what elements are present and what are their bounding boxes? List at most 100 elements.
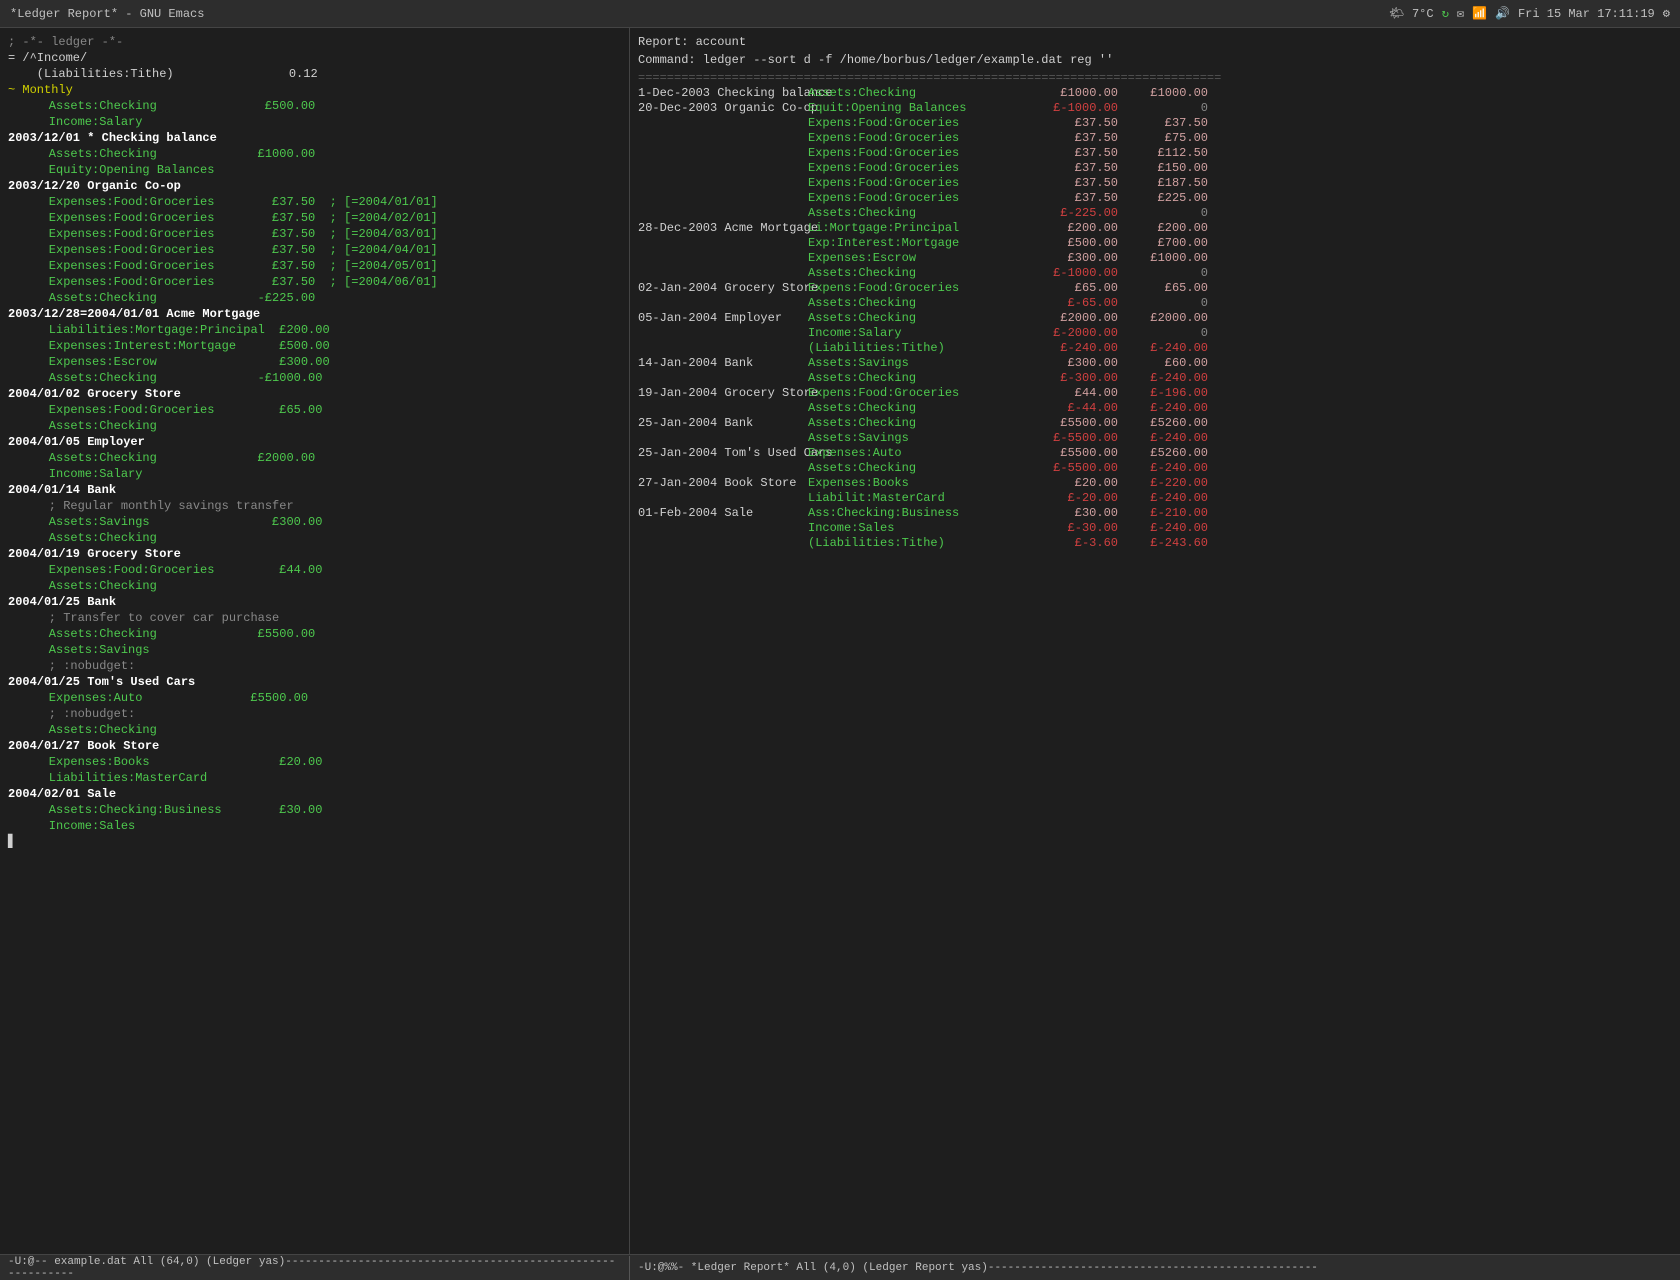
titlebar-right: 🌤 7°C ↻ ✉ 📶 🔊 Fri 15 Mar 17:11:19 ⚙ <box>1389 6 1670 21</box>
report-entries: 1-Dec-2003 Checking balance Assets:Checki… <box>638 86 1672 551</box>
report-title: Report: account <box>638 34 1672 50</box>
report-amount1: £65.00 <box>1028 281 1118 296</box>
report-date: 28-Dec-2003 Acme Mortgage <box>638 221 808 236</box>
report-date <box>638 401 808 416</box>
left-pane-line: Assets:Savings £300.00 <box>8 514 621 530</box>
report-amount2: £-196.00 <box>1118 386 1208 401</box>
report-row: Exp:Interest:Mortgage£500.00£700.00 <box>638 236 1672 251</box>
left-pane-line: Assets:Checking <box>8 418 621 434</box>
report-date <box>638 251 808 266</box>
left-pane-line: 2004/02/01 Sale <box>8 786 621 802</box>
report-amount2: £200.00 <box>1118 221 1208 236</box>
statusbar: -U:@-- example.dat All (64,0) (Ledger ya… <box>0 1254 1680 1280</box>
right-pane[interactable]: Report: account Command: ledger --sort d… <box>630 28 1680 1254</box>
left-pane[interactable]: ; -*- ledger -*-= /^Income/ (Liabilities… <box>0 28 630 1254</box>
report-account: (Liabilities:Tithe) <box>808 536 1028 551</box>
left-pane-line: Expenses:Food:Groceries £44.00 <box>8 562 621 578</box>
settings-icon[interactable]: ⚙ <box>1663 6 1670 21</box>
report-amount2: £-240.00 <box>1118 401 1208 416</box>
report-amount1: £200.00 <box>1028 221 1118 236</box>
left-pane-line: Assets:Checking £500.00 <box>8 98 621 114</box>
report-row: 27-Jan-2004 Book StoreExpenses:Books£20.… <box>638 476 1672 491</box>
left-pane-line: ; Transfer to cover car purchase <box>8 610 621 626</box>
report-account: Expenses:Auto <box>808 446 1028 461</box>
report-account: Income:Sales <box>808 521 1028 536</box>
report-account: Expens:Food:Groceries <box>808 191 1028 206</box>
report-row: 01-Feb-2004 SaleAss:Checking:Business£30… <box>638 506 1672 521</box>
report-account: Expenses:Escrow <box>808 251 1028 266</box>
report-date <box>638 131 808 146</box>
report-amount1: £-65.00 <box>1028 296 1118 311</box>
report-account: Income:Salary <box>808 326 1028 341</box>
report-date <box>638 236 808 251</box>
left-pane-line: ~ Monthly <box>8 82 621 98</box>
report-date <box>638 206 808 221</box>
left-pane-line: Expenses:Food:Groceries £37.50 ; [=2004/… <box>8 210 621 226</box>
report-amount1: £500.00 <box>1028 236 1118 251</box>
left-pane-line: ; Regular monthly savings transfer <box>8 498 621 514</box>
left-pane-line: Expenses:Auto £5500.00 <box>8 690 621 706</box>
left-pane-line: Income:Sales <box>8 818 621 834</box>
report-row: Expens:Food:Groceries£37.50£187.50 <box>638 176 1672 191</box>
report-date: 27-Jan-2004 Book Store <box>638 476 808 491</box>
report-account: Li:Mortgage:Principal <box>808 221 1028 236</box>
left-pane-line: Equity:Opening Balances <box>8 162 621 178</box>
left-pane-line: Expenses:Interest:Mortgage £500.00 <box>8 338 621 354</box>
report-account: Expens:Food:Groceries <box>808 116 1028 131</box>
report-amount2: 0 <box>1118 296 1208 311</box>
report-amount1: £-225.00 <box>1028 206 1118 221</box>
report-date <box>638 326 808 341</box>
left-pane-line: 2003/12/20 Organic Co-op <box>8 178 621 194</box>
refresh-icon[interactable]: ↻ <box>1442 6 1449 21</box>
report-date <box>638 296 808 311</box>
statusbar-right: -U:@%%- *Ledger Report* All (4,0) (Ledge… <box>630 1262 1680 1274</box>
separator: ========================================… <box>638 70 1672 86</box>
report-amount1: £30.00 <box>1028 506 1118 521</box>
report-amount1: £-2000.00 <box>1028 326 1118 341</box>
report-amount2: 0 <box>1118 326 1208 341</box>
report-row: Expens:Food:Groceries£37.50£75.00 <box>638 131 1672 146</box>
report-amount1: £-5500.00 <box>1028 461 1118 476</box>
report-account: Assets:Savings <box>808 356 1028 371</box>
left-pane-line: Assets:Savings <box>8 642 621 658</box>
report-date <box>638 116 808 131</box>
report-date: 25-Jan-2004 Tom's Used Cars <box>638 446 808 461</box>
report-date: 1-Dec-2003 Checking balance <box>638 86 808 101</box>
report-amount1: £5500.00 <box>1028 446 1118 461</box>
statusbar-right-text: -U:@%%- *Ledger Report* All (4,0) (Ledge… <box>638 1262 1318 1274</box>
report-date <box>638 521 808 536</box>
report-account: Assets:Checking <box>808 311 1028 326</box>
network-icon: 📶 <box>1472 6 1487 21</box>
report-date <box>638 536 808 551</box>
report-row: Assets:Checking£-5500.00£-240.00 <box>638 461 1672 476</box>
report-account: Assets:Checking <box>808 206 1028 221</box>
report-account: Assets:Checking <box>808 461 1028 476</box>
report-amount2: £-240.00 <box>1118 371 1208 386</box>
report-date: 25-Jan-2004 Bank <box>638 416 808 431</box>
main-content: ; -*- ledger -*-= /^Income/ (Liabilities… <box>0 28 1680 1254</box>
report-row: Income:Salary£-2000.000 <box>638 326 1672 341</box>
left-pane-line: Expenses:Books £20.00 <box>8 754 621 770</box>
volume-icon: 🔊 <box>1495 6 1510 21</box>
report-amount2: £-240.00 <box>1118 461 1208 476</box>
report-account: Assets:Checking <box>808 401 1028 416</box>
report-amount1: £-30.00 <box>1028 521 1118 536</box>
left-pane-line: 2004/01/19 Grocery Store <box>8 546 621 562</box>
report-row: Assets:Checking£-65.000 <box>638 296 1672 311</box>
mail-icon: ✉ <box>1457 6 1464 21</box>
report-account: (Liabilities:Tithe) <box>808 341 1028 356</box>
report-account: Expens:Food:Groceries <box>808 161 1028 176</box>
left-pane-line: = /^Income/ <box>8 50 621 66</box>
report-amount2: £75.00 <box>1118 131 1208 146</box>
report-row: 25-Jan-2004 BankAssets:Checking£5500.00£… <box>638 416 1672 431</box>
left-pane-line: ; :nobudget: <box>8 658 621 674</box>
report-amount2: £-240.00 <box>1118 341 1208 356</box>
left-pane-line: Assets:Checking <box>8 722 621 738</box>
left-pane-line: Expenses:Food:Groceries £37.50 ; [=2004/… <box>8 194 621 210</box>
report-date <box>638 431 808 446</box>
report-account: Assets:Checking <box>808 416 1028 431</box>
report-amount1: £37.50 <box>1028 161 1118 176</box>
report-date: 19-Jan-2004 Grocery Store <box>638 386 808 401</box>
left-pane-line: ▋ <box>8 834 621 850</box>
report-row: Assets:Checking£-1000.000 <box>638 266 1672 281</box>
